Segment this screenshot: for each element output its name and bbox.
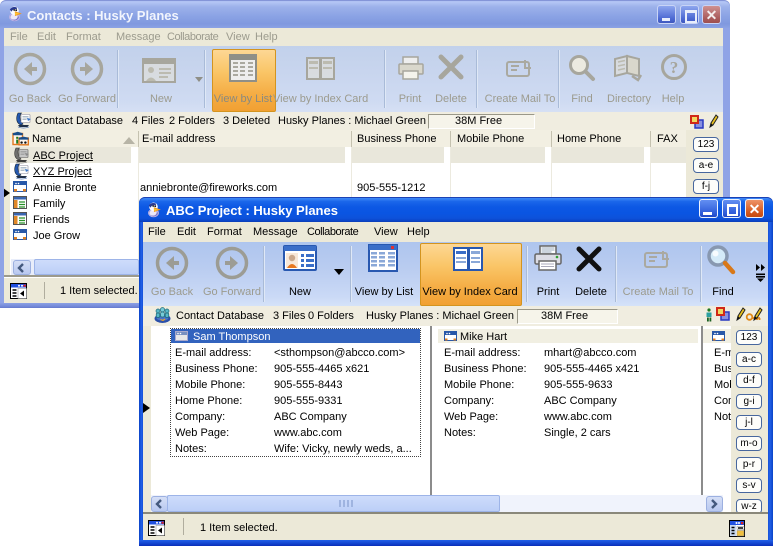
svg-text:?: ? bbox=[670, 58, 679, 77]
